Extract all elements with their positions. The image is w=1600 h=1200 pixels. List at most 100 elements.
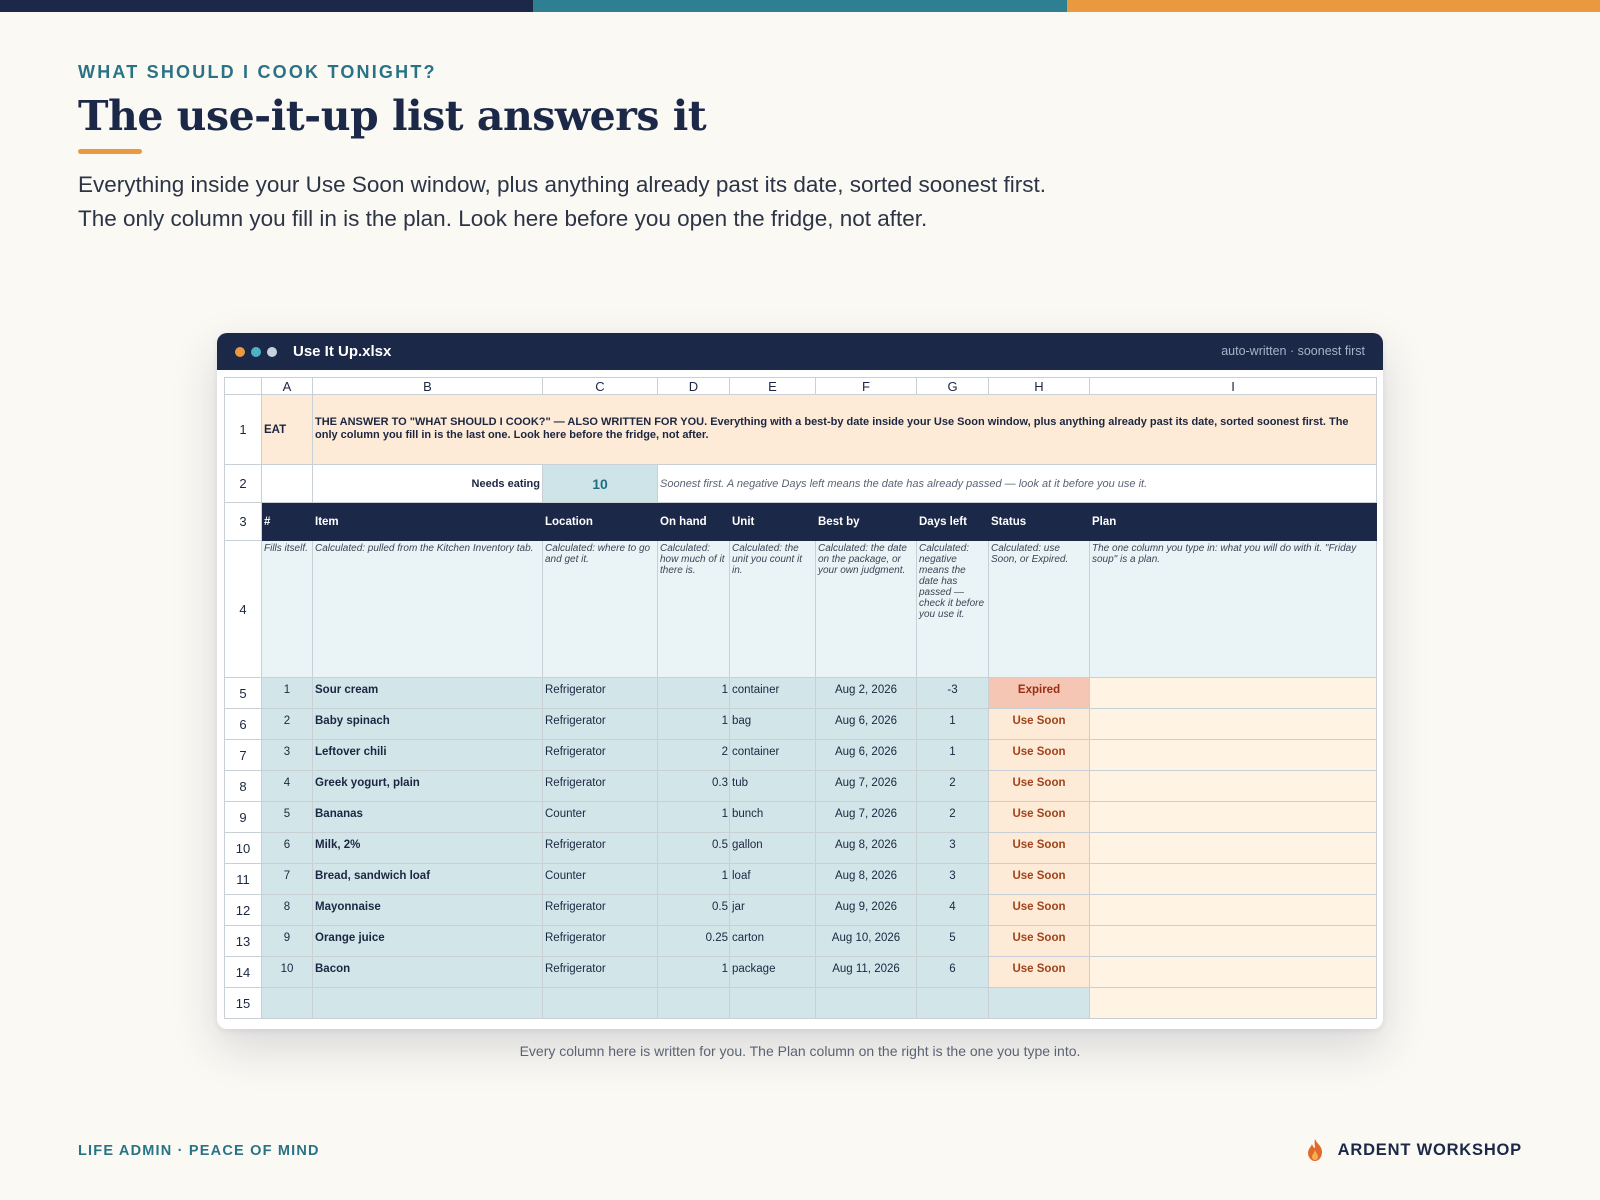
empty-cell[interactable] [542,987,658,1019]
header-cell-location[interactable]: Location [542,502,658,541]
description-cell[interactable]: Calculated: the date on the package, or … [815,540,917,678]
description-cell[interactable]: The one column you type in: what you wil… [1089,540,1377,678]
window-dot-teal[interactable] [251,346,261,357]
window-dot-orange[interactable] [235,346,245,357]
row-number[interactable]: 12 [224,894,262,926]
row-number[interactable]: 2 [224,464,262,503]
on-hand-cell[interactable]: 1 [657,708,730,740]
row-number[interactable]: 1 [224,394,262,465]
status-cell[interactable]: Use Soon [988,801,1090,833]
item-cell[interactable]: Mayonnaise [312,894,543,926]
on-hand-cell[interactable]: 2 [657,739,730,771]
row-number[interactable]: 7 [224,739,262,771]
item-cell[interactable]: Baby spinach [312,708,543,740]
column-header-c[interactable]: C [542,377,658,395]
status-cell[interactable]: Use Soon [988,956,1090,988]
description-cell[interactable]: Fills itself. [261,540,313,678]
item-cell[interactable]: Bacon [312,956,543,988]
unit-cell[interactable]: gallon [729,832,816,864]
row-number[interactable]: 8 [224,770,262,802]
header-cell-number[interactable]: # [261,502,313,541]
on-hand-cell[interactable]: 0.3 [657,770,730,802]
best-by-cell[interactable]: Aug 8, 2026 [815,863,917,895]
days-left-cell[interactable]: 1 [916,739,989,771]
status-cell[interactable]: Use Soon [988,708,1090,740]
header-cell-item[interactable]: Item [312,502,543,541]
row-number[interactable]: 4 [224,540,262,678]
plan-input-cell[interactable] [1089,770,1377,802]
row-index-cell[interactable]: 2 [261,708,313,740]
row-index-cell[interactable]: 9 [261,925,313,957]
row-number[interactable]: 14 [224,956,262,988]
row-index-cell[interactable]: 8 [261,894,313,926]
row-index-cell[interactable]: 5 [261,801,313,833]
row-number[interactable]: 10 [224,832,262,864]
status-cell[interactable]: Use Soon [988,770,1090,802]
window-dot-gray[interactable] [267,346,277,357]
summary-note[interactable]: Soonest first. A negative Days left mean… [657,464,1377,503]
row-number[interactable]: 13 [224,925,262,957]
best-by-cell[interactable]: Aug 9, 2026 [815,894,917,926]
plan-input-cell[interactable] [1089,708,1377,740]
description-cell[interactable]: Calculated: negative means the date has … [916,540,989,678]
days-left-cell[interactable]: 3 [916,832,989,864]
best-by-cell[interactable]: Aug 6, 2026 [815,708,917,740]
row-number[interactable]: 6 [224,708,262,740]
unit-cell[interactable]: package [729,956,816,988]
location-cell[interactable]: Refrigerator [542,956,658,988]
status-cell[interactable]: Use Soon [988,739,1090,771]
header-cell-plan[interactable]: Plan [1089,502,1377,541]
on-hand-cell[interactable]: 1 [657,801,730,833]
row-index-cell[interactable]: 6 [261,832,313,864]
unit-cell[interactable]: tub [729,770,816,802]
location-cell[interactable]: Refrigerator [542,894,658,926]
header-cell-days-left[interactable]: Days left [916,502,989,541]
item-cell[interactable]: Leftover chili [312,739,543,771]
row-number[interactable]: 5 [224,677,262,709]
empty-cell[interactable] [261,987,313,1019]
plan-input-cell[interactable] [1089,863,1377,895]
header-cell-on-hand[interactable]: On hand [657,502,730,541]
description-cell[interactable]: Calculated: use Soon, or Expired. [988,540,1090,678]
empty-cell[interactable] [729,987,816,1019]
on-hand-cell[interactable]: 1 [657,863,730,895]
item-cell[interactable]: Sour cream [312,677,543,709]
empty-cell[interactable] [261,464,313,503]
empty-cell[interactable] [815,987,917,1019]
unit-cell[interactable]: container [729,739,816,771]
on-hand-cell[interactable]: 0.5 [657,894,730,926]
empty-cell[interactable] [988,987,1090,1019]
description-cell[interactable]: Calculated: the unit you count it in. [729,540,816,678]
needs-eating-count[interactable]: 10 [542,464,658,503]
best-by-cell[interactable]: Aug 2, 2026 [815,677,917,709]
item-cell[interactable]: Bread, sandwich loaf [312,863,543,895]
empty-cell[interactable] [312,987,543,1019]
days-left-cell[interactable]: 2 [916,770,989,802]
location-cell[interactable]: Refrigerator [542,770,658,802]
days-left-cell[interactable]: 2 [916,801,989,833]
days-left-cell[interactable]: 1 [916,708,989,740]
plan-input-cell[interactable] [1089,677,1377,709]
header-cell-unit[interactable]: Unit [729,502,816,541]
days-left-cell[interactable]: -3 [916,677,989,709]
unit-cell[interactable]: loaf [729,863,816,895]
status-cell[interactable]: Use Soon [988,863,1090,895]
empty-cell[interactable] [916,987,989,1019]
column-header-h[interactable]: H [988,377,1090,395]
plan-input-cell[interactable] [1089,739,1377,771]
unit-cell[interactable]: carton [729,925,816,957]
on-hand-cell[interactable]: 1 [657,956,730,988]
days-left-cell[interactable]: 6 [916,956,989,988]
needs-eating-label[interactable]: Needs eating [312,464,543,503]
plan-input-cell[interactable] [1089,832,1377,864]
best-by-cell[interactable]: Aug 7, 2026 [815,770,917,802]
unit-cell[interactable]: bag [729,708,816,740]
best-by-cell[interactable]: Aug 11, 2026 [815,956,917,988]
best-by-cell[interactable]: Aug 6, 2026 [815,739,917,771]
header-cell-best-by[interactable]: Best by [815,502,917,541]
plan-input-cell[interactable] [1089,956,1377,988]
on-hand-cell[interactable]: 0.25 [657,925,730,957]
on-hand-cell[interactable]: 0.5 [657,832,730,864]
status-cell[interactable]: Expired [988,677,1090,709]
row-index-cell[interactable]: 10 [261,956,313,988]
